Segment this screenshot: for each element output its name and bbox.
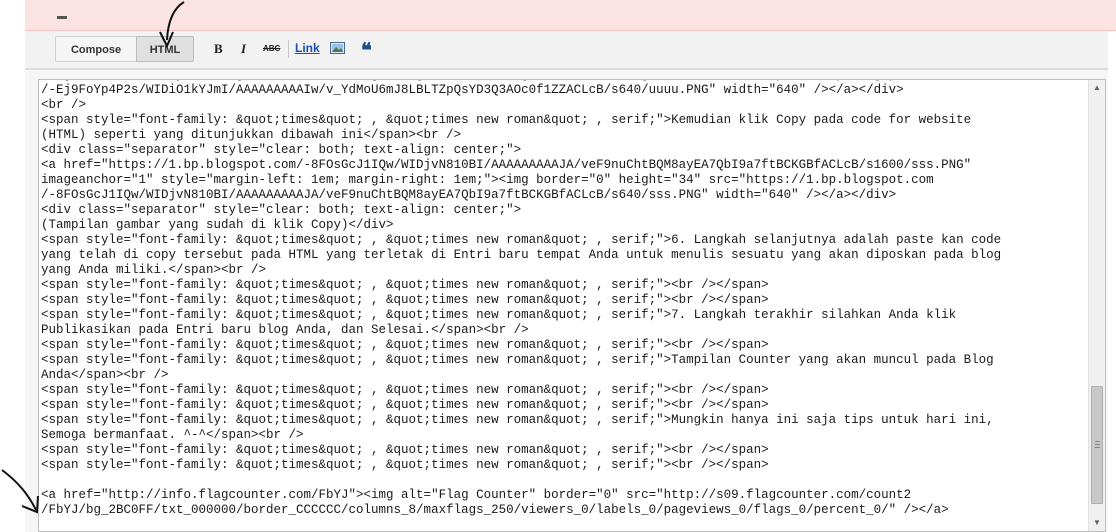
flag-counter-code-line: /FbYJ/bg_2BC0FF/txt_000000/border_CCCCCC… bbox=[41, 503, 949, 517]
link-button[interactable]: Link bbox=[295, 41, 320, 55]
code-line: Anda</span><br /> bbox=[41, 368, 169, 382]
code-line: /-8FOsGcJ1IQw/WIDjvN810BI/AAAAAAAAAJA/ve… bbox=[41, 188, 897, 202]
code-line: /-Ej9FoYp4P2s/WIDiO1kYJmI/AAAAAAAAAIw/v_… bbox=[41, 83, 904, 97]
banner-mark bbox=[57, 16, 67, 19]
code-line: <span style="font-family: &quot;times&qu… bbox=[41, 458, 769, 472]
html-editor-area: imageanchor="1" style="margin-left: 1em;… bbox=[25, 69, 1108, 532]
code-line: <a href="https://1.bp.blogspot.com/-8FOs… bbox=[41, 158, 972, 172]
code-line: <span style="font-family: &quot;times&qu… bbox=[41, 413, 994, 427]
editor-toolbar: Compose HTML B I ABC Link ❝ bbox=[25, 31, 1108, 69]
code-line: Semoga bermanfaat. ^-^</span><br /> bbox=[41, 428, 304, 442]
code-line: (Tampilan gambar yang sudah di klik Copy… bbox=[41, 218, 394, 232]
vertical-scrollbar[interactable]: ▲ ▼ bbox=[1088, 80, 1105, 531]
code-line: <span style="font-family: &quot;times&qu… bbox=[41, 113, 972, 127]
italic-icon[interactable]: I bbox=[241, 41, 246, 57]
code-line: <span style="font-family: &quot;times&qu… bbox=[41, 443, 769, 457]
html-mode-button[interactable]: HTML bbox=[136, 36, 194, 62]
bold-icon[interactable]: B bbox=[214, 41, 223, 57]
code-line: <span style="font-family: &quot;times&qu… bbox=[41, 278, 769, 292]
code-line: <span style="font-family: &quot;times&qu… bbox=[41, 233, 1002, 247]
code-line: <span style="font-family: &quot;times&qu… bbox=[41, 293, 769, 307]
code-line: <div class="separator" style="clear: bot… bbox=[41, 203, 522, 217]
toolbar-divider bbox=[288, 40, 289, 58]
code-line: <div class="separator" style="clear: bot… bbox=[41, 143, 522, 157]
code-content: imageanchor="1" style="margin-left: 1em;… bbox=[39, 80, 1089, 518]
scroll-up-icon[interactable]: ▲ bbox=[1089, 80, 1105, 96]
notification-banner bbox=[25, 0, 1116, 31]
code-line: Publikasikan pada Entri baru blog Anda, … bbox=[41, 323, 529, 337]
code-line: <span style="font-family: &quot;times&qu… bbox=[41, 398, 769, 412]
quote-icon[interactable]: ❝ bbox=[361, 38, 372, 62]
strikethrough-icon[interactable]: ABC bbox=[263, 44, 280, 53]
code-line: <span style="font-family: &quot;times&qu… bbox=[41, 353, 994, 367]
code-line: yang telah di copy tersebut pada HTML ya… bbox=[41, 248, 1002, 262]
compose-mode-button[interactable]: Compose bbox=[55, 36, 137, 62]
scroll-down-icon[interactable]: ▼ bbox=[1089, 515, 1105, 531]
code-line: (HTML) seperti yang ditunjukkan dibawah … bbox=[41, 128, 462, 142]
html-code-textarea[interactable]: imageanchor="1" style="margin-left: 1em;… bbox=[38, 79, 1106, 532]
code-line: yang Anda miliki.</span><br /> bbox=[41, 263, 267, 277]
scroll-thumb[interactable] bbox=[1091, 386, 1103, 504]
code-line: <span style="font-family: &quot;times&qu… bbox=[41, 308, 957, 322]
flag-counter-code-line: <a href="http://info.flagcounter.com/FbY… bbox=[41, 488, 912, 502]
code-line: <span style="font-family: &quot;times&qu… bbox=[41, 383, 769, 397]
code-line: imageanchor="1" style="margin-left: 1em;… bbox=[41, 173, 934, 187]
code-line: <br /> bbox=[41, 98, 87, 112]
code-line: <span style="font-family: &quot;times&qu… bbox=[41, 338, 769, 352]
image-icon[interactable] bbox=[330, 42, 345, 54]
